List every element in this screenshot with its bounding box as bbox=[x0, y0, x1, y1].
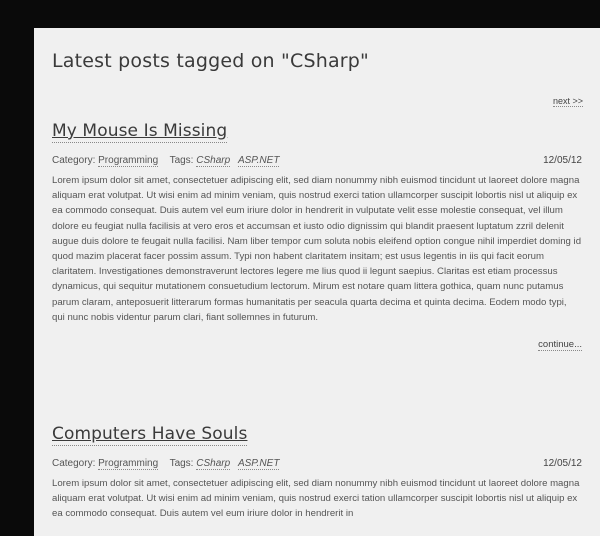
content-panel: Latest posts tagged on "CSharp" next >> … bbox=[34, 28, 600, 536]
post-title-link[interactable]: Computers Have Souls bbox=[52, 424, 248, 446]
post-body: Lorem ipsum dolor sit amet, consectetuer… bbox=[52, 175, 582, 323]
post-date: 12/05/12 bbox=[543, 458, 582, 469]
post-title-link[interactable]: My Mouse Is Missing bbox=[52, 121, 228, 143]
continue-row: continue... bbox=[52, 334, 582, 352]
category-label: Category: bbox=[52, 155, 96, 166]
continue-link[interactable]: continue... bbox=[538, 339, 582, 352]
tag-link-csharp[interactable]: CSharp bbox=[196, 458, 231, 470]
tag-link-aspnet[interactable]: ASP.NET bbox=[237, 458, 280, 470]
tags-label: Tags: bbox=[169, 155, 194, 166]
post-body: Lorem ipsum dolor sit amet, consectetuer… bbox=[52, 478, 580, 520]
page-title: Latest posts tagged on "CSharp" bbox=[52, 50, 370, 72]
post-meta: Category: Programming Tags: CSharp ASP.N… bbox=[52, 458, 582, 470]
post-date: 12/05/12 bbox=[543, 155, 582, 166]
category-link[interactable]: Programming bbox=[98, 155, 159, 167]
tags-label: Tags: bbox=[169, 458, 194, 469]
post: My Mouse Is Missing Category: Programmin… bbox=[52, 121, 582, 352]
post: Computers Have Souls Category: Programmi… bbox=[52, 424, 582, 522]
post-meta: Category: Programming Tags: CSharp ASP.N… bbox=[52, 155, 582, 167]
category-label: Category: bbox=[52, 458, 96, 469]
tag-link-csharp[interactable]: CSharp bbox=[196, 155, 231, 167]
category-link[interactable]: Programming bbox=[98, 458, 159, 470]
tag-link-aspnet[interactable]: ASP.NET bbox=[237, 155, 280, 167]
next-page-link[interactable]: next >> bbox=[552, 96, 583, 107]
